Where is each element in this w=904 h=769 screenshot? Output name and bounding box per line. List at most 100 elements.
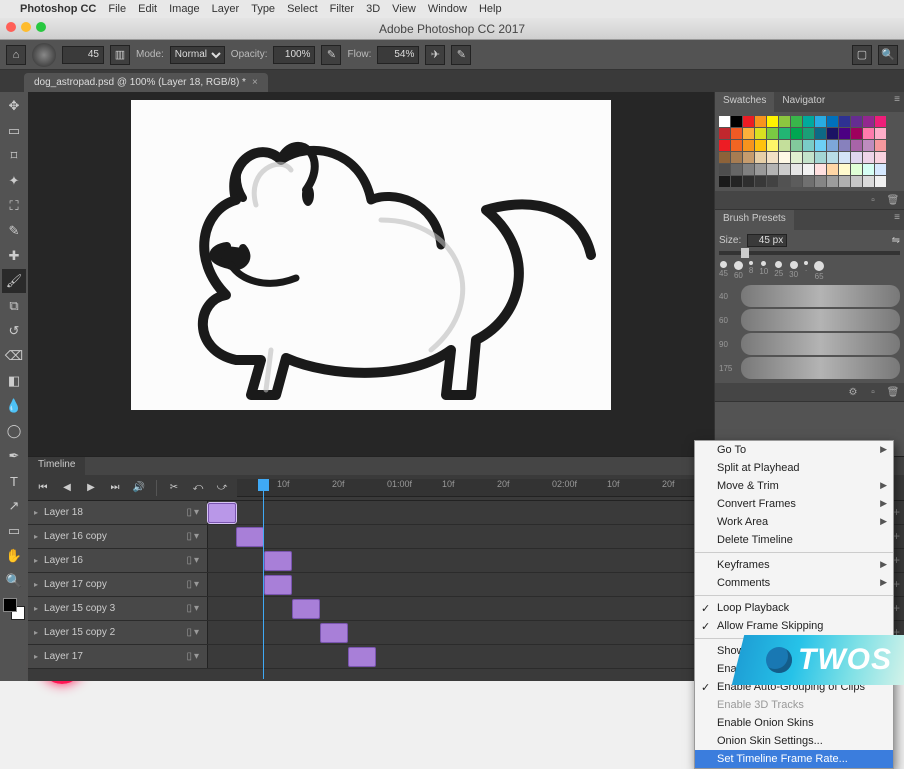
swatch[interactable]: [875, 152, 886, 163]
swatch[interactable]: [779, 164, 790, 175]
swatch[interactable]: [719, 152, 730, 163]
swatch[interactable]: [779, 176, 790, 187]
path-tool-icon[interactable]: ↗: [2, 494, 26, 518]
swatch[interactable]: [731, 176, 742, 187]
blur-tool-icon[interactable]: 💧: [2, 394, 26, 418]
swatch[interactable]: [863, 116, 874, 127]
swatch[interactable]: [731, 128, 742, 139]
swatch[interactable]: [719, 164, 730, 175]
menu-edit[interactable]: Edit: [138, 3, 157, 15]
swatch[interactable]: [731, 140, 742, 151]
add-clip-icon[interactable]: +: [893, 553, 900, 567]
track-header[interactable]: ▸Layer 15 copy 3▯▾: [28, 597, 208, 620]
swatch[interactable]: [791, 140, 802, 151]
swatch[interactable]: [755, 116, 766, 127]
play-icon[interactable]: ▶: [82, 479, 100, 497]
menu-item[interactable]: Loop Playback: [695, 599, 893, 617]
swatch[interactable]: [803, 176, 814, 187]
swatch[interactable]: [863, 140, 874, 151]
swatch[interactable]: [743, 116, 754, 127]
swatch[interactable]: [875, 128, 886, 139]
track-options-icon[interactable]: ▯▾: [186, 603, 201, 614]
track-header[interactable]: ▸Layer 17▯▾: [28, 645, 208, 668]
brush-tip-icon[interactable]: [749, 261, 753, 265]
brush-stroke-preview[interactable]: [741, 309, 900, 331]
workspace-icon[interactable]: ▢: [852, 45, 872, 65]
swatch[interactable]: [755, 140, 766, 151]
swatch[interactable]: [791, 176, 802, 187]
brush-size-input[interactable]: [62, 46, 104, 64]
brush-panel-icon[interactable]: ▥: [110, 45, 130, 65]
swatch[interactable]: [743, 140, 754, 151]
swatch[interactable]: [851, 164, 862, 175]
new-brush-icon[interactable]: ▫: [866, 385, 880, 399]
brush-options-icon[interactable]: ⚙: [846, 385, 860, 399]
panel-menu-icon[interactable]: ≡: [890, 92, 904, 106]
swatch[interactable]: [743, 176, 754, 187]
new-swatch-icon[interactable]: ▫: [866, 193, 880, 207]
menu-item[interactable]: Allow Frame Skipping: [695, 617, 893, 635]
search-icon[interactable]: 🔍: [878, 45, 898, 65]
add-clip-icon[interactable]: +: [893, 505, 900, 519]
menu-item[interactable]: Convert Frames: [695, 495, 893, 513]
first-frame-icon[interactable]: ⏮: [34, 479, 52, 497]
menu-item[interactable]: Enable Onion Skins: [695, 714, 893, 732]
clip[interactable]: [320, 623, 348, 643]
swatch[interactable]: [851, 140, 862, 151]
track-options-icon[interactable]: ▯▾: [186, 555, 201, 566]
track-expand-icon[interactable]: ▸: [34, 508, 38, 517]
brush-size-field[interactable]: [747, 234, 787, 247]
brush-tip-icon[interactable]: [761, 261, 766, 266]
transition-icon[interactable]: ⤺: [189, 479, 207, 497]
swatch[interactable]: [719, 128, 730, 139]
hand-tool-icon[interactable]: ✋: [2, 544, 26, 568]
split-icon[interactable]: ✂: [165, 479, 183, 497]
brush-stroke-preview[interactable]: [741, 357, 900, 379]
timeline-context-menu[interactable]: Go ToSplit at PlayheadMove & TrimConvert…: [694, 440, 894, 769]
brush-tip-icon[interactable]: [775, 261, 782, 268]
render-icon[interactable]: ⤻: [213, 479, 231, 497]
document-tab[interactable]: dog_astropad.psd @ 100% (Layer 18, RGB/8…: [24, 73, 268, 92]
swatch[interactable]: [755, 152, 766, 163]
swatch[interactable]: [743, 128, 754, 139]
brush-tip-icon[interactable]: [734, 261, 743, 270]
swatch[interactable]: [827, 128, 838, 139]
wand-tool-icon[interactable]: ✦: [2, 169, 26, 193]
swatch[interactable]: [767, 140, 778, 151]
swatch[interactable]: [803, 128, 814, 139]
swatch[interactable]: [815, 176, 826, 187]
brush-stroke-preview[interactable]: [741, 285, 900, 307]
track-header[interactable]: ▸Layer 15 copy 2▯▾: [28, 621, 208, 644]
stamp-tool-icon[interactable]: ⧉: [2, 294, 26, 318]
airbrush-icon[interactable]: ✈: [425, 45, 445, 65]
crop-tool-icon[interactable]: ⛶: [2, 194, 26, 218]
clip[interactable]: [264, 575, 292, 595]
navigator-tab[interactable]: Navigator: [774, 92, 833, 112]
swatch[interactable]: [767, 128, 778, 139]
swatch[interactable]: [779, 128, 790, 139]
menu-item[interactable]: Split at Playhead: [695, 459, 893, 477]
menu-item[interactable]: Work Area: [695, 513, 893, 531]
swatch[interactable]: [839, 116, 850, 127]
swatch[interactable]: [839, 164, 850, 175]
swatch[interactable]: [719, 140, 730, 151]
eraser-tool-icon[interactable]: ⌫: [2, 344, 26, 368]
swatch[interactable]: [803, 116, 814, 127]
add-clip-icon[interactable]: +: [893, 601, 900, 615]
swatch[interactable]: [815, 152, 826, 163]
opacity-pressure-icon[interactable]: ✎: [321, 45, 341, 65]
brush-size-slider[interactable]: [719, 251, 900, 255]
timeline-tab[interactable]: Timeline: [28, 457, 85, 475]
audio-icon[interactable]: 🔊: [130, 479, 148, 497]
swatch[interactable]: [815, 164, 826, 175]
brush-tip-icon[interactable]: [790, 261, 798, 269]
track-expand-icon[interactable]: ▸: [34, 628, 38, 637]
playhead-icon[interactable]: [263, 479, 264, 679]
add-clip-icon[interactable]: +: [893, 577, 900, 591]
swatch[interactable]: [851, 152, 862, 163]
track-options-icon[interactable]: ▯▾: [186, 579, 201, 590]
next-frame-icon[interactable]: ⏭: [106, 479, 124, 497]
swatch[interactable]: [779, 116, 790, 127]
swatch[interactable]: [875, 164, 886, 175]
track-header[interactable]: ▸Layer 16 copy▯▾: [28, 525, 208, 548]
